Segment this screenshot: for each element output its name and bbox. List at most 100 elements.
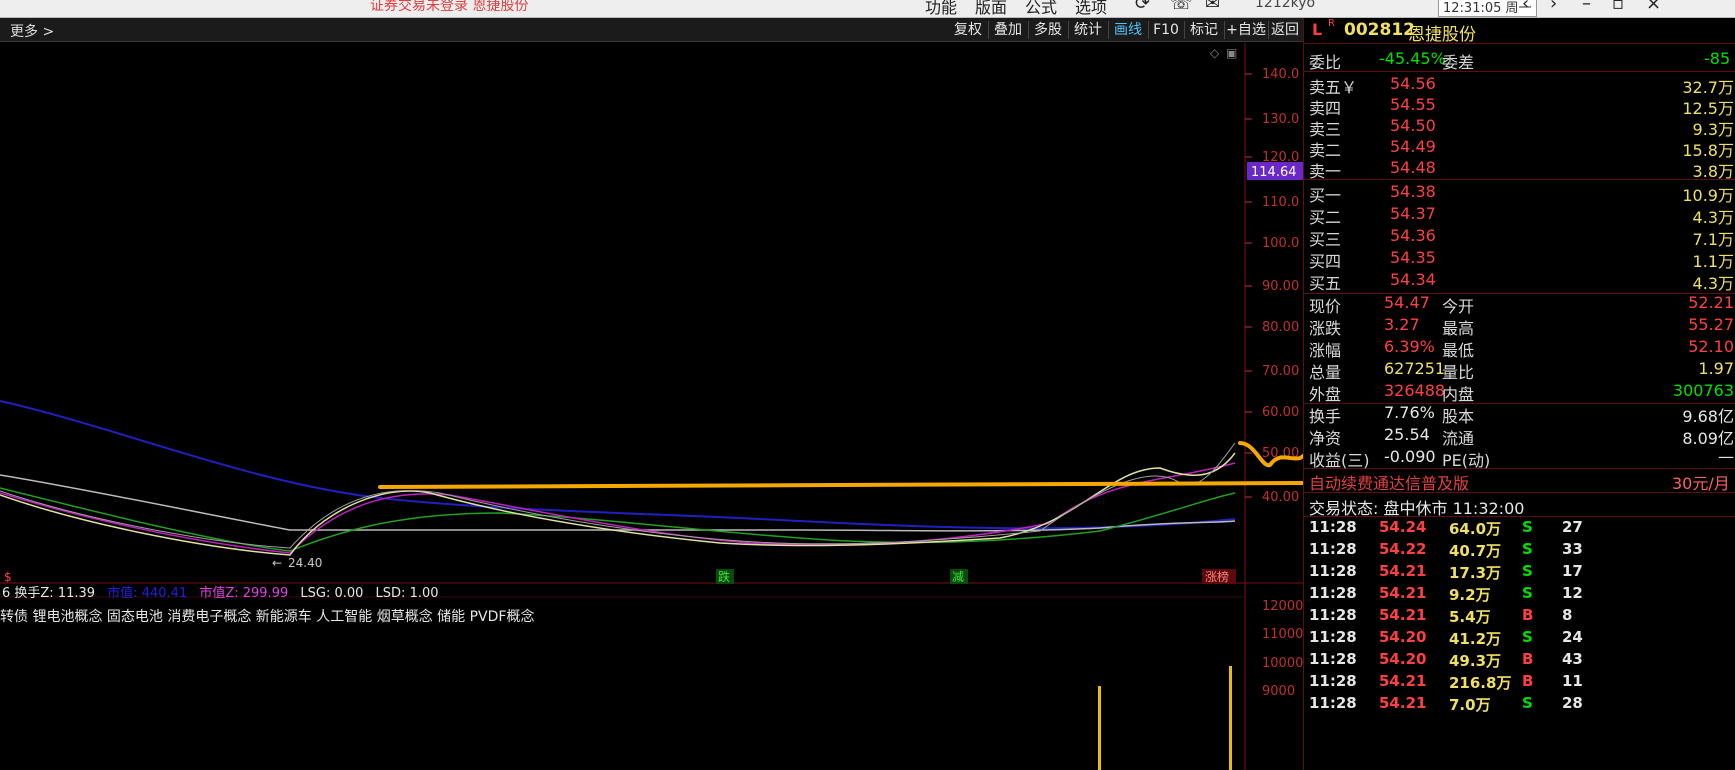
- ask-level-label: 卖一: [1309, 162, 1342, 181]
- signal-marker-up-rank-label: 涨榜: [1205, 569, 1229, 584]
- volume-axis-tick: 10000: [1262, 656, 1303, 671]
- stat-label: 涨幅: [1309, 341, 1342, 360]
- tick-row: 11:28 54.20 41.2万 S 24: [1304, 628, 1735, 648]
- draw-line-button[interactable]: 画线: [1109, 20, 1147, 40]
- tick-volume: 216.8万: [1449, 674, 1512, 692]
- f10-button[interactable]: F10: [1149, 20, 1183, 40]
- more-button[interactable]: 更多 >: [10, 21, 54, 41]
- tick-row: 11:28 54.22 40.7万 S 33: [1304, 540, 1735, 560]
- bid-level-label: 买四: [1309, 252, 1342, 271]
- tick-time: 11:28: [1309, 650, 1357, 668]
- tick-price: 54.22: [1379, 540, 1427, 558]
- stat-label: 现价: [1309, 297, 1342, 316]
- add-watchlist-button[interactable]: +自选: [1225, 20, 1267, 40]
- commission-ratio-row: 委比 -45.45% 委差 -85: [1309, 49, 1731, 72]
- concept-tags[interactable]: 转债 锂电池概念 固态电池 消费电子概念 新能源车 人工智能 烟草概念 储能 P…: [0, 608, 534, 625]
- stat-value: 627251: [1384, 359, 1446, 378]
- tick-side: S: [1522, 562, 1533, 580]
- bid-volume: 1.1万: [1692, 252, 1734, 271]
- back-icon[interactable]: ‹: [1522, 0, 1529, 14]
- promo-row[interactable]: 自动续费通达信普及版 30元/月: [1304, 470, 1735, 493]
- window-icon[interactable]: ▣: [1226, 46, 1237, 60]
- mark-button[interactable]: 标记: [1185, 20, 1223, 40]
- r-badge: R: [1328, 18, 1335, 29]
- fund-label: 换手: [1309, 407, 1342, 426]
- volume-axis-tick: 12000: [1262, 599, 1303, 614]
- tick-price: 54.24: [1379, 518, 1427, 536]
- fund-value: 8.09亿: [1682, 429, 1734, 448]
- ask-price: 54.48: [1390, 158, 1436, 177]
- quote-stat-row: 外盘 326488 内盘 300763: [1304, 381, 1735, 404]
- l-badge: L: [1312, 20, 1323, 39]
- tick-count: 43: [1562, 650, 1583, 668]
- refresh-icon[interactable]: ⟳: [1135, 0, 1150, 14]
- kline-chart[interactable]: ◇ ▣ 140.0 130.0 120.0 110.0 100.0 90.00 …: [0, 43, 1303, 770]
- minimize-icon[interactable]: –: [1582, 0, 1591, 14]
- ask-level-row: 卖二 54.49 15.8万: [1304, 137, 1735, 160]
- tick-price: 54.20: [1379, 628, 1427, 646]
- tick-row: 11:28 54.21 9.2万 S 12: [1304, 584, 1735, 604]
- fund-value: 7.76%: [1384, 403, 1435, 422]
- tick-row: 11:28 54.24 64.0万 S 27: [1304, 518, 1735, 538]
- fundamental-row: 收益(三) -0.090 PE(动) —: [1304, 447, 1735, 470]
- close-icon[interactable]: ×: [1646, 0, 1661, 14]
- ask-price: 54.55: [1390, 95, 1436, 114]
- tick-volume: 17.3万: [1449, 564, 1502, 582]
- stat-value: 300763: [1672, 381, 1734, 400]
- bid-price: 54.34: [1390, 270, 1436, 289]
- menu-function[interactable]: 功能: [925, 0, 957, 17]
- current-price-tag-label: 114.64: [1251, 165, 1297, 180]
- forward-icon[interactable]: ›: [1550, 0, 1557, 14]
- axis-tick: 40.00: [1262, 490, 1299, 505]
- menu-options[interactable]: 选项: [1075, 0, 1107, 17]
- phone-icon[interactable]: ☏: [1170, 0, 1193, 14]
- ask-level-row: 卖一 54.48 3.8万: [1304, 158, 1735, 181]
- stat-label: 总量: [1309, 363, 1342, 382]
- overlay-button[interactable]: 叠加: [989, 20, 1027, 40]
- tick-side: S: [1522, 584, 1533, 602]
- multi-stock-button[interactable]: 多股: [1029, 20, 1067, 40]
- stock-name: 恩捷股份: [1408, 25, 1476, 45]
- axis-tick: 130.0: [1262, 112, 1299, 127]
- stat-value: 52.21: [1688, 293, 1734, 312]
- mail-icon[interactable]: ✉: [1205, 0, 1220, 14]
- quote-stat-row: 涨跌 3.27 最高 55.27: [1304, 315, 1735, 338]
- stock-header: L R 002812 恩捷股份: [1304, 18, 1735, 45]
- menu-layout[interactable]: 版面: [975, 0, 1007, 17]
- tick-row: 11:28 54.21 5.4万 B 8: [1304, 606, 1735, 626]
- stock-code: 002812: [1344, 20, 1415, 40]
- tick-volume: 49.3万: [1449, 652, 1502, 670]
- ask-level-row: 卖五￥ 54.56 32.7万: [1304, 74, 1735, 97]
- statistics-button[interactable]: 统计: [1069, 20, 1107, 40]
- tick-time: 11:28: [1309, 694, 1357, 712]
- diamond-icon[interactable]: ◇: [1210, 46, 1220, 60]
- rights-button[interactable]: 复权: [949, 20, 987, 40]
- return-button[interactable]: 返回: [1268, 20, 1302, 40]
- bid-level-row: 买五 54.34 4.3万: [1304, 270, 1735, 293]
- stat-label: 最低: [1442, 341, 1475, 360]
- tick-time: 11:28: [1309, 518, 1357, 536]
- tick-side: S: [1522, 628, 1533, 646]
- tick-row: 11:28 54.20 49.3万 B 43: [1304, 650, 1735, 670]
- stat-label: 量比: [1442, 363, 1475, 382]
- ask-price: 54.49: [1390, 137, 1436, 156]
- restore-icon[interactable]: ▫: [1612, 0, 1624, 14]
- volume-axis-tick: 9000: [1262, 684, 1295, 699]
- bid-level-row: 买四 54.35 1.1万: [1304, 248, 1735, 271]
- fundamental-row: 净资 25.54 流通 8.09亿: [1304, 425, 1735, 448]
- axis-tick: 80.00: [1262, 320, 1299, 335]
- fund-label: 股本: [1442, 407, 1475, 426]
- tick-count: 8: [1562, 606, 1573, 624]
- fund-value: —: [1718, 447, 1734, 466]
- axis-tick: 60.00: [1262, 405, 1299, 420]
- tick-count: 11: [1562, 672, 1583, 690]
- tick-count: 33: [1562, 540, 1583, 558]
- tick-side: B: [1522, 606, 1534, 624]
- fund-value: -0.090: [1384, 447, 1436, 466]
- stat-label: 最高: [1442, 319, 1475, 338]
- tick-volume: 5.4万: [1449, 608, 1491, 626]
- login-warning[interactable]: 证券交易未登录 恩捷股份: [370, 0, 528, 15]
- tick-time: 11:28: [1309, 628, 1357, 646]
- menu-formula[interactable]: 公式: [1025, 0, 1057, 17]
- tick-price: 54.21: [1379, 606, 1427, 624]
